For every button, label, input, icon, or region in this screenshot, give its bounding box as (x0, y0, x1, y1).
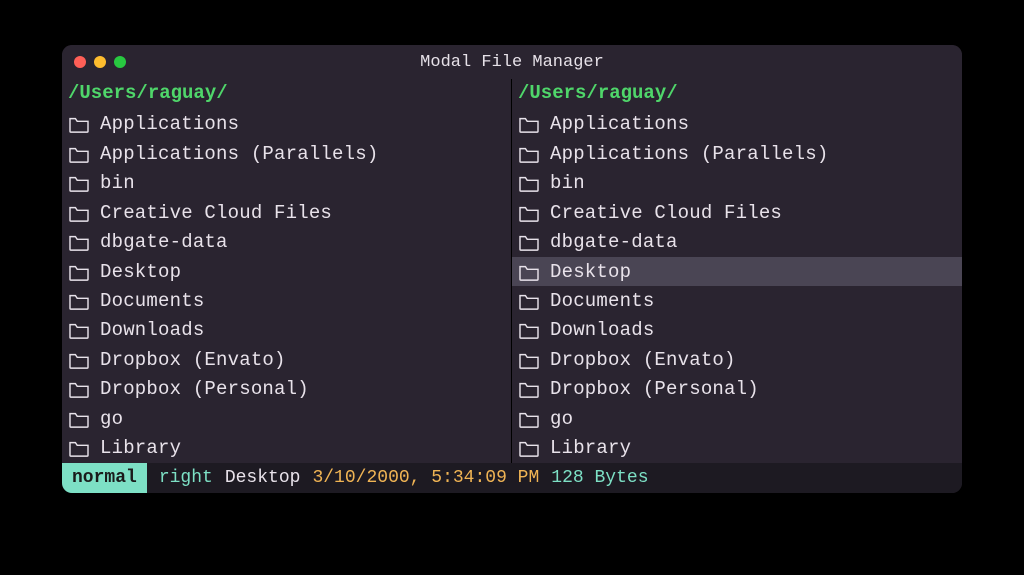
folder-icon (68, 410, 90, 428)
status-active-panel: right (159, 468, 213, 488)
status-details: right Desktop 3/10/2000, 5:34:09 PM 128 … (147, 463, 649, 493)
folder-icon (518, 145, 540, 163)
folder-icon (68, 115, 90, 133)
folder-icon (518, 380, 540, 398)
folder-icon (518, 115, 540, 133)
fullscreen-icon[interactable] (114, 56, 126, 68)
status-selected-name: Desktop (225, 468, 301, 488)
item-name: Downloads (100, 319, 204, 341)
status-timestamp: 3/10/2000, 5:34:09 PM (312, 468, 539, 488)
titlebar: Modal File Manager (62, 45, 962, 79)
list-item[interactable]: Downloads (62, 316, 511, 345)
list-item[interactable]: Documents (62, 286, 511, 315)
folder-icon (68, 380, 90, 398)
list-item[interactable]: Applications (62, 110, 511, 139)
right-pane[interactable]: /Users/raguay/ Applications Applications … (512, 79, 962, 463)
item-name: Library (550, 437, 631, 459)
list-item[interactable]: Dropbox (Personal) (512, 375, 962, 404)
item-name: Applications (Parallels) (550, 143, 828, 165)
item-name: Applications (550, 113, 689, 135)
panes-container: /Users/raguay/ Applications Applications … (62, 79, 962, 463)
list-item[interactable]: Applications (Parallels) (62, 139, 511, 168)
item-name: Desktop (550, 261, 631, 283)
folder-icon (518, 263, 540, 281)
right-list: Applications Applications (Parallels) bin C… (512, 110, 962, 463)
list-item[interactable]: Creative Cloud Files (62, 198, 511, 227)
list-item[interactable]: Creative Cloud Files (512, 198, 962, 227)
item-name: Dropbox (Envato) (550, 349, 736, 371)
folder-icon (518, 174, 540, 192)
item-name: dbgate-data (550, 231, 678, 253)
folder-icon (518, 204, 540, 222)
list-item[interactable]: dbgate-data (512, 227, 962, 256)
list-item[interactable]: Library (512, 434, 962, 463)
folder-icon (518, 410, 540, 428)
list-item[interactable]: dbgate-data (62, 227, 511, 256)
item-name: Dropbox (Envato) (100, 349, 286, 371)
close-icon[interactable] (74, 56, 86, 68)
right-cwd: /Users/raguay/ (512, 79, 962, 110)
statusbar: normal right Desktop 3/10/2000, 5:34:09 … (62, 463, 962, 493)
list-item[interactable]: Dropbox (Envato) (512, 345, 962, 374)
status-size: 128 Bytes (551, 468, 648, 488)
list-item[interactable]: go (512, 404, 962, 433)
item-name: Library (100, 437, 181, 459)
item-name: dbgate-data (100, 231, 228, 253)
folder-icon (68, 321, 90, 339)
traffic-lights (74, 56, 126, 68)
item-name: Applications (Parallels) (100, 143, 378, 165)
folder-icon (68, 439, 90, 457)
list-item[interactable]: Applications (Parallels) (512, 139, 962, 168)
folder-icon (68, 351, 90, 369)
list-item[interactable]: Library (62, 434, 511, 463)
folder-icon (68, 263, 90, 281)
folder-icon (68, 233, 90, 251)
item-name: Creative Cloud Files (100, 202, 332, 224)
item-name: Dropbox (Personal) (100, 378, 309, 400)
app-window: Modal File Manager /Users/raguay/ Applic… (62, 45, 962, 493)
list-item[interactable]: Dropbox (Personal) (62, 375, 511, 404)
item-name: Documents (100, 290, 204, 312)
window-title: Modal File Manager (62, 53, 962, 72)
folder-icon (518, 351, 540, 369)
folder-icon (518, 321, 540, 339)
left-cwd: /Users/raguay/ (62, 79, 511, 110)
item-name: Creative Cloud Files (550, 202, 782, 224)
item-name: Desktop (100, 261, 181, 283)
folder-icon (68, 292, 90, 310)
list-item[interactable]: bin (62, 169, 511, 198)
list-item[interactable]: Documents (512, 286, 962, 315)
list-item[interactable]: Downloads (512, 316, 962, 345)
list-item[interactable]: bin (512, 169, 962, 198)
item-name: Dropbox (Personal) (550, 378, 759, 400)
item-name: Downloads (550, 319, 654, 341)
list-item[interactable]: Desktop (512, 257, 962, 286)
item-name: bin (100, 172, 135, 194)
item-name: go (550, 408, 573, 430)
folder-icon (68, 145, 90, 163)
item-name: bin (550, 172, 585, 194)
mode-indicator: normal (62, 463, 147, 493)
list-item[interactable]: Desktop (62, 257, 511, 286)
folder-icon (68, 174, 90, 192)
folder-icon (518, 439, 540, 457)
list-item[interactable]: Applications (512, 110, 962, 139)
folder-icon (518, 233, 540, 251)
item-name: Applications (100, 113, 239, 135)
item-name: Documents (550, 290, 654, 312)
folder-icon (518, 292, 540, 310)
left-list: Applications Applications (Parallels) bin C… (62, 110, 511, 463)
minimize-icon[interactable] (94, 56, 106, 68)
list-item[interactable]: go (62, 404, 511, 433)
list-item[interactable]: Dropbox (Envato) (62, 345, 511, 374)
left-pane[interactable]: /Users/raguay/ Applications Applications … (62, 79, 512, 463)
folder-icon (68, 204, 90, 222)
item-name: go (100, 408, 123, 430)
